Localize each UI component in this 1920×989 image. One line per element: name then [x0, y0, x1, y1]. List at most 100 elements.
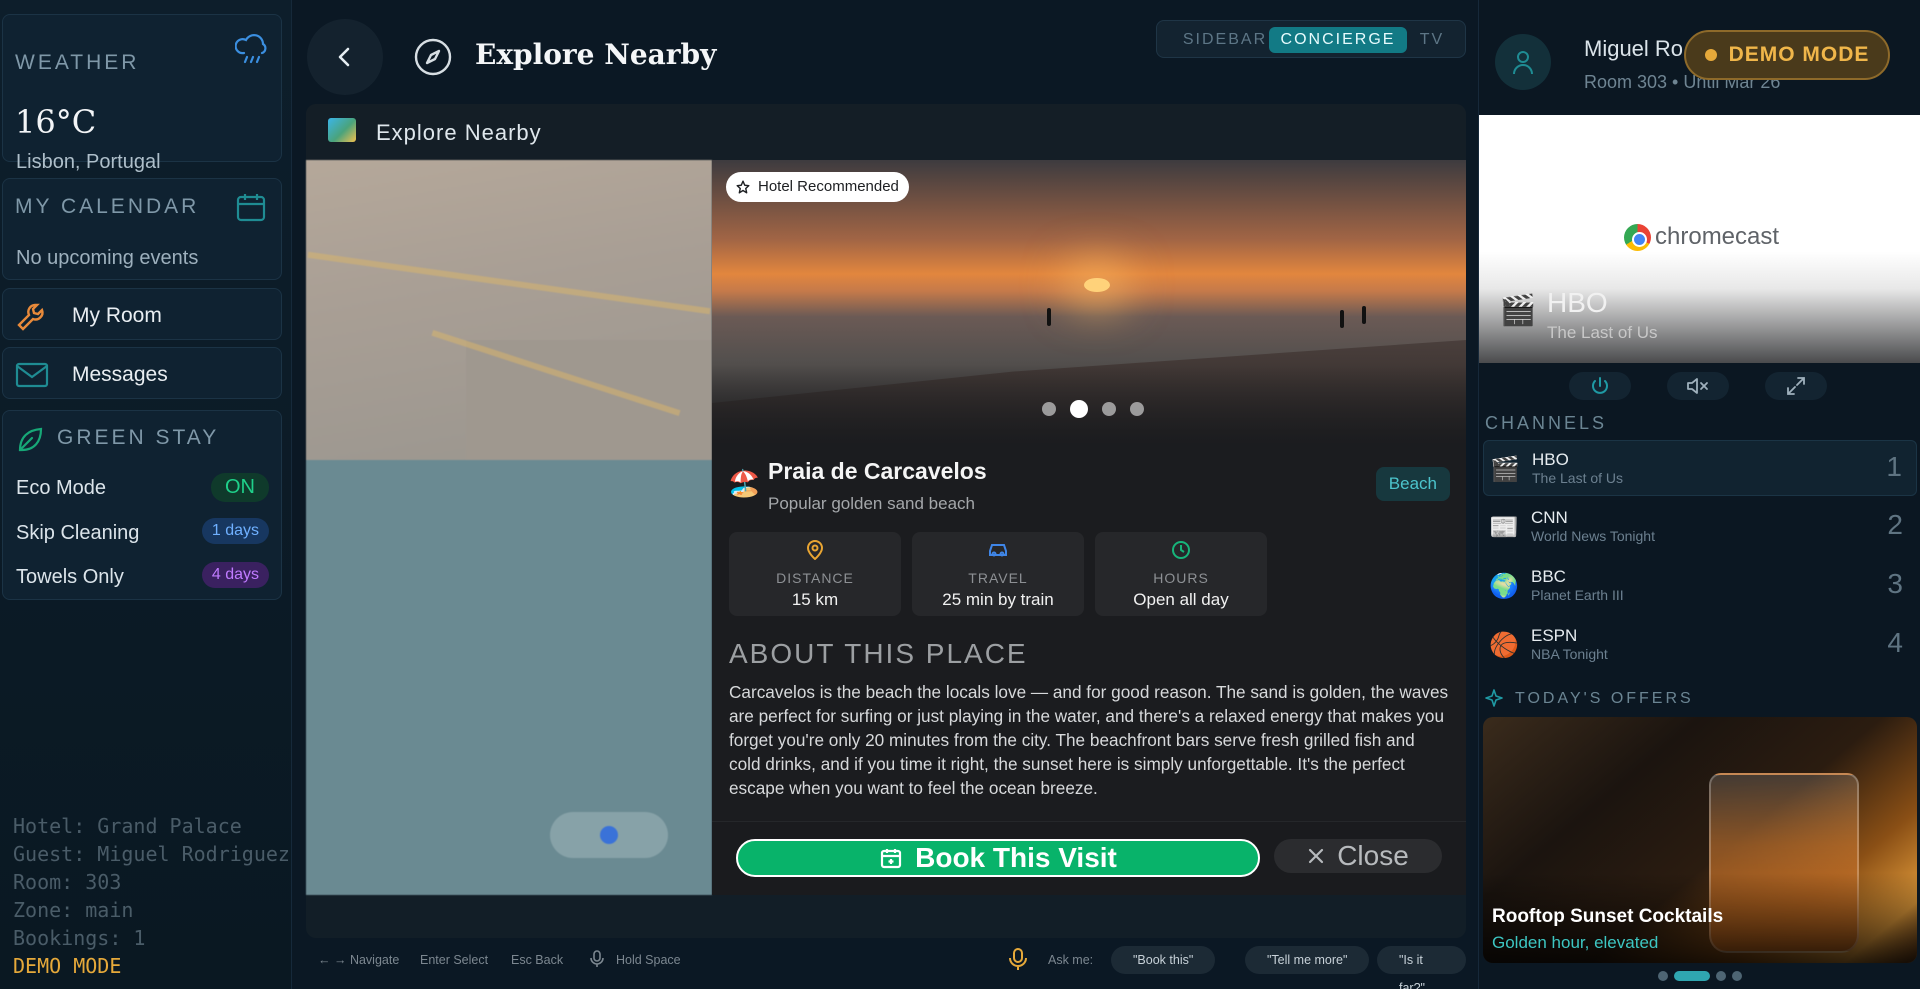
- photo-carousel-dots[interactable]: [1042, 398, 1158, 418]
- left-sidebar: WEATHER 16°C Lisbon, Portugal MY CALENDA…: [0, 0, 292, 989]
- about-text: Carcavelos is the beach the locals love …: [729, 682, 1449, 798]
- mail-icon: [15, 360, 49, 395]
- mode-option-concierge[interactable]: CONCIERGE: [1269, 27, 1407, 53]
- voice-chip-is-it-far[interactable]: "Is it far?": [1377, 946, 1466, 989]
- skip-cleaning-row[interactable]: Skip Cleaning 1 days: [16, 518, 269, 545]
- clock-icon: [1095, 540, 1267, 565]
- offer-title: Rooftop Sunset Cocktails: [1492, 906, 1724, 927]
- hint-back: Esc Back: [511, 953, 564, 967]
- about-title: ABOUT THIS PLACE: [729, 638, 1028, 669]
- book-visit-button[interactable]: Book This Visit: [736, 839, 1260, 877]
- towels-only-row[interactable]: Towels Only 4 days: [16, 562, 269, 589]
- mute-icon: [1687, 378, 1708, 394]
- calendar-plus-icon: [881, 849, 902, 869]
- close-label: Close: [1337, 840, 1409, 871]
- book-visit-label: Book This Visit: [915, 842, 1117, 873]
- map-view[interactable]: [306, 160, 712, 895]
- debug-info: Hotel: Grand Palace Guest: Miguel Rodrig…: [13, 812, 290, 980]
- voice-chip-tell-me-more[interactable]: "Tell me more": [1245, 946, 1370, 974]
- carousel-dot[interactable]: [1732, 971, 1742, 981]
- tv-preview[interactable]: chromecast 🎬 HBO The Last of Us: [1479, 115, 1920, 363]
- debug-guest: Guest: Miguel Rodriguez: [13, 842, 290, 866]
- weather-card: WEATHER 16°C Lisbon, Portugal: [2, 14, 282, 173]
- calendar-card[interactable]: MY CALENDAR No upcoming events: [2, 178, 282, 280]
- right-panel: Miguel Ro Room 303 • Until Mar 26 chrome…: [1478, 0, 1920, 989]
- debug-bookings: Bookings: 1: [13, 926, 146, 950]
- channel-row-cnn[interactable]: 📰 CNN World News Tonight 2: [1483, 499, 1917, 555]
- tv-fullscreen-button[interactable]: [1765, 372, 1827, 400]
- eco-mode-row[interactable]: Eco Mode ON: [16, 473, 269, 502]
- close-button[interactable]: Close: [1274, 839, 1442, 873]
- star-icon: [736, 180, 750, 194]
- demo-mode-label: DEMO MODE: [1728, 43, 1870, 66]
- expand-icon: [1787, 377, 1805, 395]
- channel-name: CNN: [1531, 508, 1568, 527]
- tv-mute-button[interactable]: [1667, 372, 1729, 400]
- globe-icon: 🌍: [1489, 573, 1519, 600]
- map-location-control[interactable]: [550, 812, 668, 858]
- eco-mode-label: Eco Mode: [16, 477, 107, 499]
- carousel-dot[interactable]: [1102, 402, 1116, 416]
- carousel-dot[interactable]: [1658, 971, 1668, 981]
- channel-row-hbo[interactable]: 🎬 HBO The Last of Us 1: [1483, 440, 1917, 496]
- nav-messages[interactable]: Messages: [2, 347, 282, 399]
- clapperboard-icon: 🎬: [1499, 294, 1537, 327]
- rain-cloud-icon: [234, 33, 269, 72]
- eco-mode-toggle[interactable]: ON: [211, 473, 269, 502]
- avatar[interactable]: [1495, 34, 1551, 90]
- carousel-dot-active[interactable]: [1070, 400, 1088, 418]
- carousel-dot[interactable]: [1042, 402, 1056, 416]
- back-button[interactable]: [307, 19, 383, 95]
- location-dot-icon: [600, 826, 618, 844]
- now-playing-channel: HBO: [1547, 287, 1608, 318]
- mode-option-sidebar[interactable]: SIDEBAR: [1175, 27, 1275, 53]
- guest-name: Miguel Ro: [1584, 36, 1684, 61]
- channel-row-espn[interactable]: 🏀 ESPN NBA Tonight 4: [1483, 617, 1917, 673]
- channel-row-bbc[interactable]: 🌍 BBC Planet Earth III 3: [1483, 558, 1917, 614]
- calendar-title: MY CALENDAR: [15, 195, 200, 218]
- offers-carousel-dots[interactable]: [1658, 968, 1748, 981]
- carousel-dot[interactable]: [1716, 971, 1726, 981]
- basketball-icon: 🏀: [1489, 632, 1519, 659]
- channel-show: The Last of Us: [1532, 470, 1624, 486]
- tv-power-button[interactable]: [1569, 372, 1631, 400]
- place-photo[interactable]: Hotel Recommended: [712, 160, 1466, 445]
- green-stay-title: GREEN STAY: [57, 426, 220, 449]
- channel-number: 3: [1887, 568, 1903, 599]
- microphone-icon[interactable]: [1008, 948, 1028, 975]
- pin-icon: [729, 540, 901, 565]
- now-playing-show: The Last of Us: [1547, 323, 1658, 342]
- page-title: Explore Nearby: [475, 38, 717, 71]
- sun-glow: [1084, 278, 1110, 292]
- wrench-icon: [15, 301, 47, 338]
- chromecast-label: chromecast: [1624, 223, 1779, 251]
- nav-messages-label: Messages: [72, 363, 168, 386]
- channel-number: 2: [1887, 509, 1903, 540]
- leaf-icon: [15, 425, 45, 460]
- hint-select: Enter Select: [420, 953, 489, 967]
- weather-location: Lisbon, Portugal: [16, 151, 161, 173]
- debug-demo-mode: DEMO MODE: [13, 954, 122, 978]
- demo-mode-badge[interactable]: DEMO MODE: [1684, 30, 1890, 80]
- silhouette: [1340, 310, 1344, 328]
- voice-chip-book-this[interactable]: "Book this": [1111, 946, 1216, 974]
- carousel-dot[interactable]: [1130, 402, 1144, 416]
- calendar-icon: [235, 191, 267, 228]
- offers-title: TODAY'S OFFERS: [1515, 690, 1694, 707]
- channels-title: CHANNELS: [1485, 413, 1608, 433]
- channel-number: 1: [1886, 451, 1902, 482]
- carousel-dot-active[interactable]: [1674, 971, 1710, 981]
- nav-my-room[interactable]: My Room: [2, 288, 282, 340]
- place-name: Praia de Carcavelos: [768, 458, 987, 484]
- power-icon: [1592, 377, 1608, 394]
- panel-title: Explore Nearby: [376, 120, 542, 145]
- explore-panel: Explore Nearby Hotel Recommended 🏖️ Prai…: [306, 104, 1466, 938]
- place-subtitle: Popular golden sand beach: [768, 494, 975, 513]
- stat-travel-key: TRAVEL: [968, 570, 1028, 586]
- map-icon: [328, 118, 356, 142]
- temperature: 16°C: [15, 103, 97, 141]
- mode-option-tv[interactable]: TV: [1409, 27, 1455, 53]
- offer-card[interactable]: Rooftop Sunset Cocktails Golden hour, el…: [1483, 717, 1917, 963]
- hotel-recommended-label: Hotel Recommended: [758, 178, 899, 195]
- demo-dot-icon: [1704, 49, 1717, 61]
